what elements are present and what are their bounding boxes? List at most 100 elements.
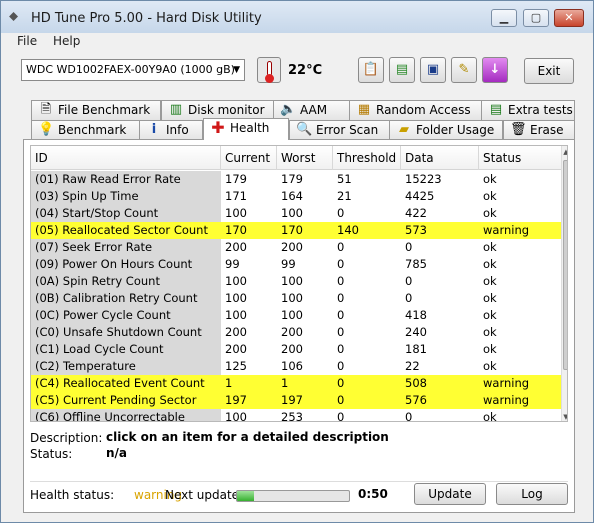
table-row[interactable]: (C0) Unsafe Shutdown Count 200 200 0 240 ok — [31, 324, 561, 341]
menu-file[interactable]: File — [17, 34, 37, 48]
cell-current: 100 — [225, 291, 247, 305]
cell-worst: 100 — [281, 291, 303, 305]
table-row[interactable]: (0A) Spin Retry Count 100 100 0 0 ok — [31, 273, 561, 290]
column-header-current[interactable]: Current — [221, 146, 277, 170]
table-row[interactable]: (C1) Load Cycle Count 200 200 0 181 ok — [31, 341, 561, 358]
cell-status: ok — [483, 274, 497, 288]
column-header-threshold[interactable]: Threshold — [333, 146, 401, 170]
table-header: ID Current Worst Threshold Data Status — [31, 146, 561, 170]
cell-id: (0A) Spin Retry Count — [31, 273, 221, 290]
column-header-worst[interactable]: Worst — [277, 146, 333, 170]
minimize-button[interactable]: ▁ — [491, 9, 517, 27]
status-label: Status: — [30, 447, 73, 461]
save-button[interactable]: ▣ — [420, 57, 446, 83]
download-button[interactable]: ↓ — [482, 57, 508, 83]
cell-data: 4425 — [405, 189, 435, 203]
table-row[interactable]: (07) Seek Error Rate 200 200 0 0 ok — [31, 239, 561, 256]
cell-worst: 170 — [277, 222, 333, 239]
column-header-data[interactable]: Data — [401, 146, 479, 170]
benchmark-icon: 💡 — [38, 122, 55, 137]
update-button[interactable]: Update — [414, 483, 486, 505]
cell-threshold: 51 — [337, 172, 352, 186]
table-row[interactable]: (03) Spin Up Time 171 164 21 4425 ok — [31, 188, 561, 205]
tab-erase[interactable]: 🗑 Erase — [503, 120, 575, 140]
cell-threshold: 0 — [337, 359, 345, 373]
cell-worst: 200 — [281, 342, 303, 356]
tab-extra-tests[interactable]: ▤ Extra tests — [481, 100, 575, 120]
maximize-button[interactable]: ▢ — [523, 9, 549, 27]
cell-threshold: 21 — [337, 189, 352, 203]
tab-info[interactable]: i Info — [139, 120, 203, 140]
table-row[interactable]: (05) Reallocated Sector Count 170 170 140 57… — [31, 222, 561, 239]
tab-benchmark[interactable]: 💡 Benchmark — [31, 120, 143, 140]
cell-current: 200 — [225, 240, 247, 254]
erase-icon: 🗑 — [510, 122, 527, 137]
cell-worst: 106 — [281, 359, 303, 373]
table-scrollbar[interactable]: ▲ ▼ — [561, 146, 567, 421]
tab-file-benchmark[interactable]: 🗎 File Benchmark — [31, 100, 161, 120]
app-window: ⬥ HD Tune Pro 5.00 - Hard Disk Utility ▁… — [0, 0, 594, 523]
tab-disk-monitor[interactable]: ▥ Disk monitor — [161, 100, 283, 120]
table-row[interactable]: (C6) Offline Uncorrectable 100 253 0 0 ok — [31, 409, 561, 422]
scroll-up-icon[interactable]: ▲ — [562, 146, 567, 158]
exit-button[interactable]: Exit — [524, 58, 574, 84]
health-status-label: Health status: — [30, 488, 115, 502]
menu-help[interactable]: Help — [53, 34, 80, 48]
smart-table[interactable]: ID Current Worst Threshold Data Status (… — [30, 145, 568, 422]
tab-error-scan[interactable]: 🔍 Error Scan — [289, 120, 393, 140]
cell-threshold: 0 — [337, 410, 345, 422]
cell-current: 197 — [221, 392, 277, 409]
window-title: HD Tune Pro 5.00 - Hard Disk Utility — [31, 11, 262, 26]
scroll-down-icon[interactable]: ▼ — [562, 411, 567, 421]
cell-current: 100 — [225, 308, 247, 322]
cell-worst: 164 — [281, 189, 303, 203]
cell-worst: 99 — [281, 257, 296, 271]
cell-data: 181 — [405, 342, 427, 356]
log-button[interactable]: Log — [496, 483, 568, 505]
copy-icon: 📋 — [362, 62, 380, 77]
tab-label: Random Access — [376, 103, 471, 117]
options-button[interactable]: ✎ — [451, 57, 477, 83]
cell-id: (C2) Temperature — [31, 358, 221, 375]
copy-screenshot-button[interactable]: ▤ — [389, 57, 415, 83]
cell-id: (C5) Current Pending Sector — [31, 392, 221, 409]
table-row[interactable]: (C2) Temperature 125 106 0 22 ok — [31, 358, 561, 375]
column-header-status[interactable]: Status — [479, 146, 561, 170]
cell-status: ok — [483, 257, 497, 271]
tab-label: Folder Usage — [416, 123, 495, 137]
table-row[interactable]: (0B) Calibration Retry Count 100 100 0 0 ok — [31, 290, 561, 307]
tab-label: Benchmark — [58, 123, 127, 137]
table-row[interactable]: (0C) Power Cycle Count 100 100 0 418 ok — [31, 307, 561, 324]
copy-text-button[interactable]: 📋 — [358, 57, 384, 83]
table-row[interactable]: (C4) Reallocated Event Count 1 1 0 508 warnin… — [31, 375, 561, 392]
cell-status: warning — [479, 222, 561, 239]
health-cross-icon: ✚ — [211, 118, 225, 137]
drive-select[interactable]: WDC WD1002FAEX-00Y9A0 (1000 gB) ▼ — [21, 59, 245, 81]
tab-health[interactable]: ✚ Health — [203, 118, 289, 140]
tab-label: Extra tests — [508, 103, 573, 117]
scroll-thumb[interactable] — [563, 160, 567, 370]
tab-random-access[interactable]: ▦ Random Access — [349, 100, 485, 120]
table-row[interactable]: (09) Power On Hours Count 99 99 0 785 ok — [31, 256, 561, 273]
cell-threshold: 0 — [337, 206, 345, 220]
table-row[interactable]: (04) Start/Stop Count 100 100 0 422 ok — [31, 205, 561, 222]
cell-threshold: 0 — [337, 274, 345, 288]
cell-data: 508 — [401, 375, 479, 392]
table-row[interactable]: (01) Raw Read Error Rate 179 179 51 15223 ok — [31, 171, 561, 188]
close-button[interactable]: ✕ — [554, 9, 584, 27]
cell-id: (09) Power On Hours Count — [31, 256, 221, 273]
tab-label: Health — [230, 121, 270, 135]
tab-folder-usage[interactable]: ▰ Folder Usage — [389, 120, 503, 140]
cell-threshold: 0 — [337, 342, 345, 356]
cell-status: ok — [483, 410, 497, 422]
cell-status: ok — [483, 342, 497, 356]
cell-status: ok — [483, 189, 497, 203]
thermometer-icon — [257, 57, 281, 83]
cell-current: 100 — [225, 410, 247, 422]
cell-threshold: 0 — [337, 325, 345, 339]
cell-data: 418 — [405, 308, 427, 322]
column-header-id[interactable]: ID — [31, 146, 221, 170]
cell-id: (01) Raw Read Error Rate — [31, 171, 221, 188]
tab-label: Info — [166, 123, 189, 137]
table-row[interactable]: (C5) Current Pending Sector 197 197 0 576 war… — [31, 392, 561, 409]
